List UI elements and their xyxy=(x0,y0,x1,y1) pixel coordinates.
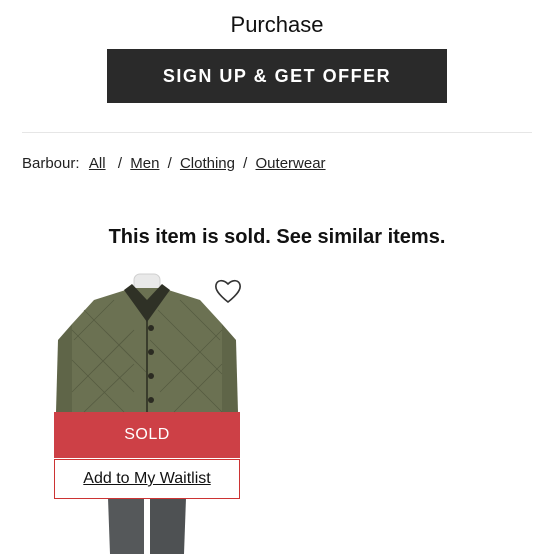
product-page: Purchase SIGN UP & GET OFFER Barbour: Al… xyxy=(0,0,554,554)
breadcrumb-item-outerwear[interactable]: Outerwear xyxy=(256,155,326,172)
breadcrumb-separator: / xyxy=(167,155,172,172)
breadcrumb-brand: Barbour: xyxy=(22,155,80,172)
breadcrumb-separator: / xyxy=(113,155,123,172)
page-title: Purchase xyxy=(230,12,324,37)
favorite-heart-icon[interactable] xyxy=(212,275,244,307)
divider xyxy=(22,132,532,133)
breadcrumb-item-all[interactable]: All xyxy=(89,155,106,172)
heart-icon xyxy=(215,279,241,304)
signup-offer-button[interactable]: SIGN UP & GET OFFER xyxy=(107,49,447,103)
breadcrumb-item-men[interactable]: Men xyxy=(130,155,159,172)
breadcrumb: Barbour: All / Men / Clothing / Outerwea… xyxy=(22,155,326,172)
add-to-waitlist-button[interactable]: Add to My Waitlist xyxy=(54,459,240,499)
sold-badge: SOLD xyxy=(54,412,240,458)
sold-status-message: This item is sold. See similar items. xyxy=(108,226,446,248)
breadcrumb-separator: / xyxy=(243,155,248,172)
breadcrumb-item-clothing[interactable]: Clothing xyxy=(180,155,235,172)
